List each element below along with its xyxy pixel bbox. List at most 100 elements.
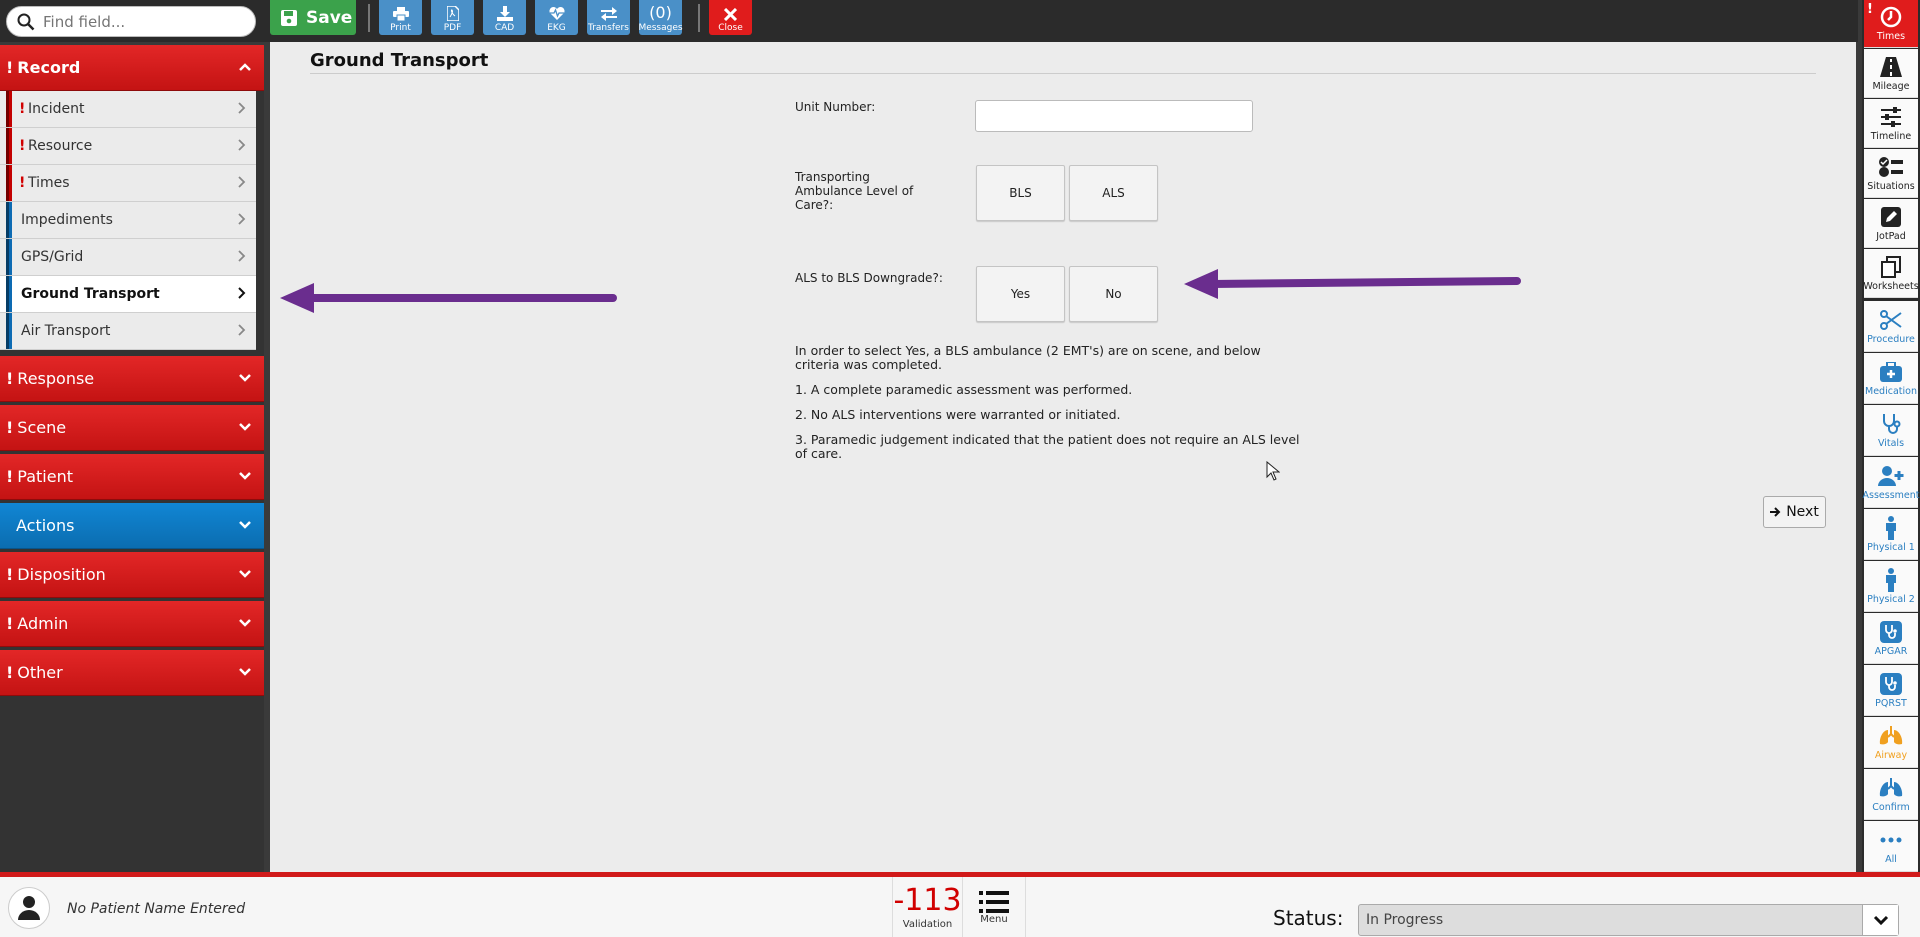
unit-number-input[interactable] [975, 100, 1253, 132]
sliders-icon [1881, 106, 1901, 127]
next-label: Next [1786, 504, 1819, 520]
menu-button[interactable]: Menu [963, 877, 1026, 937]
close-button[interactable]: Close [709, 0, 752, 35]
chevron-right-icon [238, 213, 246, 225]
section-label: Record [17, 58, 81, 77]
save-button[interactable]: Save [270, 0, 356, 35]
unit-number-label: Unit Number: [795, 100, 876, 114]
ekg-label: EKG [547, 23, 566, 33]
chevron-down-icon [239, 374, 251, 382]
chevron-right-icon [238, 176, 246, 188]
print-label: Print [390, 23, 411, 33]
sidebar-item-impediments[interactable]: Impediments [0, 202, 256, 239]
rail-label: Timeline [1870, 130, 1912, 142]
sidebar-item-label: GPS/Grid [21, 249, 84, 265]
required-icon: ! [6, 565, 14, 584]
section-bar [6, 239, 12, 275]
ekg-button[interactable]: EKG [535, 0, 578, 35]
sidebar-item-label: Ground Transport [21, 286, 160, 302]
section-label: Disposition [17, 565, 106, 584]
rail-worksheets-button[interactable]: Worksheets [1863, 249, 1919, 298]
section-disposition[interactable]: ! Disposition [0, 552, 264, 598]
chevron-down-icon [239, 521, 251, 529]
toolbar-divider [368, 4, 370, 32]
heart-pulse-icon [548, 6, 565, 21]
downgrade-label: ALS to BLS Downgrade?: [795, 271, 943, 285]
sidebar-item-gps-grid[interactable]: GPS/Grid [0, 239, 256, 276]
rail-mileage-button[interactable]: Mileage [1864, 49, 1918, 98]
section-actions[interactable]: Actions [0, 503, 264, 549]
record-items: ! Incident ! Resource ! Times Impediment… [0, 91, 264, 356]
rail-situations-button[interactable]: Situations [1864, 149, 1918, 198]
rail-physical-2-button[interactable]: Physical 2 [1864, 561, 1918, 612]
sidebar: ! Record ! Incident ! Resource ! Times I… [0, 45, 264, 875]
sidebar-item-resource[interactable]: ! Resource [0, 128, 256, 165]
rail-vitals-button[interactable]: Vitals [1864, 405, 1918, 456]
download-icon [496, 6, 513, 21]
footer-bar: No Patient Name Entered -113 Validation … [0, 872, 1920, 937]
close-icon [724, 8, 737, 21]
rail-label: PQRST [1875, 697, 1907, 709]
als-button[interactable]: ALS [1069, 165, 1158, 221]
title-divider [310, 73, 1816, 74]
lungs-icon [1879, 725, 1903, 744]
next-button[interactable]: Next [1763, 496, 1826, 528]
rail-airway-button[interactable]: Airway [1864, 717, 1918, 768]
status-dropdown-toggle[interactable] [1862, 905, 1898, 935]
sidebar-item-incident[interactable]: ! Incident [0, 91, 256, 128]
criteria-item: 1. A complete paramedic assessment was p… [795, 382, 1133, 397]
sidebar-item-label: Times [28, 175, 70, 191]
section-admin[interactable]: ! Admin [0, 601, 264, 647]
required-bar [6, 128, 12, 164]
user-plus-icon [1878, 465, 1904, 486]
section-scene[interactable]: ! Scene [0, 405, 264, 451]
downgrade-no-button[interactable]: No [1069, 266, 1158, 322]
section-record[interactable]: ! Record [0, 45, 264, 91]
validation-button[interactable]: -113 Validation [892, 877, 963, 937]
downgrade-yes-button[interactable]: Yes [976, 266, 1065, 322]
section-bar [6, 276, 12, 312]
section-other[interactable]: ! Other [0, 650, 264, 696]
search-box[interactable] [6, 6, 256, 37]
section-bar [6, 313, 12, 349]
pdf-icon [446, 6, 459, 21]
section-label: Scene [17, 418, 67, 437]
chevron-right-icon [238, 287, 246, 299]
print-button[interactable]: Print [379, 0, 422, 35]
status-select[interactable]: In Progress [1358, 904, 1899, 936]
pdf-button[interactable]: PDF [431, 0, 474, 35]
section-patient[interactable]: ! Patient [0, 454, 264, 500]
section-bar [6, 202, 12, 238]
chevron-down-icon [239, 423, 251, 431]
floppy-icon [281, 9, 297, 26]
avatar[interactable] [8, 887, 50, 929]
rail-timeline-button[interactable]: Timeline [1864, 99, 1918, 148]
transfers-button[interactable]: Transfers [587, 0, 630, 35]
rail-times-button[interactable]: ! Times [1864, 0, 1918, 48]
chevron-down-icon [239, 570, 251, 578]
rail-label: Worksheets [1863, 280, 1919, 292]
messages-button[interactable]: (0) Messages [638, 0, 683, 35]
rail-apgar-button[interactable]: APGAR [1864, 613, 1918, 664]
rail-pqrst-button[interactable]: PQRST [1864, 665, 1918, 716]
cad-label: CAD [494, 23, 515, 33]
rail-medication-button[interactable]: Medication [1864, 353, 1918, 404]
sidebar-item-air-transport[interactable]: Air Transport [0, 313, 256, 350]
sidebar-item-times[interactable]: ! Times [0, 165, 256, 202]
messages-label: Messages [638, 23, 683, 33]
rail-jotpad-button[interactable]: JotPad [1864, 199, 1918, 248]
search-input[interactable] [43, 12, 223, 31]
bls-button[interactable]: BLS [976, 165, 1065, 221]
rail-label: Assessment [1862, 489, 1920, 501]
chevron-right-icon [238, 139, 246, 151]
cad-button[interactable]: CAD [483, 0, 526, 35]
rail-procedure-button[interactable]: Procedure [1864, 301, 1918, 352]
section-response[interactable]: ! Response [0, 356, 264, 402]
rail-label: Mileage [1872, 80, 1910, 92]
rail-confirm-button[interactable]: Confirm [1864, 769, 1918, 820]
section-label: Actions [16, 516, 75, 535]
rail-physical-1-button[interactable]: Physical 1 [1864, 509, 1918, 560]
rail-assessment-button[interactable]: Assessment [1862, 457, 1920, 508]
rail-all-button[interactable]: All [1864, 821, 1918, 872]
sidebar-item-ground-transport[interactable]: Ground Transport [0, 276, 256, 313]
